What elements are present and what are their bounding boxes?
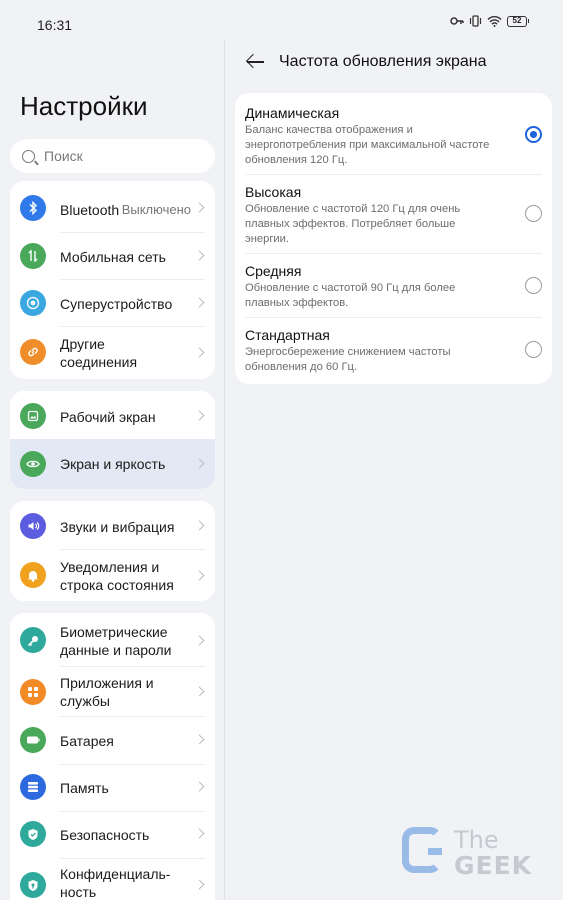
settings-item-label: Рабочий экран	[60, 409, 156, 425]
chevron-right-icon	[194, 347, 205, 358]
link-icon	[20, 339, 46, 365]
settings-item-label: Уведомления и строка состояния	[60, 559, 174, 593]
option-title: Стандартная	[245, 327, 330, 343]
apps-icon	[20, 679, 46, 705]
settings-item-label: Биометрические данные и пароли	[60, 624, 172, 658]
home-screen-icon	[20, 403, 46, 429]
settings-item-privacy[interactable]: Конфиденциаль-ность	[10, 859, 215, 900]
option-title: Средняя	[245, 263, 302, 279]
refresh-rate-options: Динамическая Баланс качества отображения…	[235, 93, 552, 384]
settings-item-label: Экран и яркость	[60, 456, 166, 472]
settings-item-display-brightness[interactable]: Экран и яркость	[10, 439, 215, 489]
settings-list-pane: Настройки Поиск Bluetooth Выключено Моби…	[0, 0, 224, 900]
chevron-right-icon	[194, 458, 205, 469]
option-description: Баланс качества отображения и энергопотр…	[245, 124, 490, 166]
settings-item-label: Конфиденциаль-ность	[60, 866, 171, 900]
settings-item-biometrics[interactable]: Биометрические данные и пароли	[10, 613, 215, 666]
option-standard[interactable]: Стандартная Энергосбережение снижением ч…	[235, 318, 552, 384]
settings-item-bluetooth[interactable]: Bluetooth Выключено	[10, 181, 215, 233]
super-device-icon	[20, 290, 46, 316]
settings-item-storage[interactable]: Память	[10, 765, 215, 811]
chevron-right-icon	[194, 410, 205, 421]
settings-group-display: Рабочий экран Экран и яркость	[10, 391, 215, 489]
chevron-right-icon	[194, 250, 205, 261]
settings-item-notifications[interactable]: Уведомления и строка состояния	[10, 550, 215, 601]
chevron-right-icon	[194, 570, 205, 581]
radio-button[interactable]	[525, 341, 542, 358]
battery-icon	[20, 727, 46, 753]
page-title: Настройки	[20, 91, 148, 121]
search-icon	[22, 149, 35, 163]
search-input[interactable]: Поиск	[10, 139, 215, 173]
chevron-right-icon	[194, 734, 205, 745]
settings-item-home-screen[interactable]: Рабочий экран	[10, 391, 215, 439]
option-description: Энергосбережение снижением частоты обнов…	[245, 346, 451, 373]
option-description: Обновление с частотой 90 Гц для более пл…	[245, 282, 456, 309]
chevron-right-icon	[194, 202, 205, 213]
shield-icon	[20, 821, 46, 847]
logo-g-mark	[402, 827, 442, 873]
refresh-rate-pane: Частота обновления экрана Динамическая Б…	[225, 0, 563, 900]
radio-button-selected[interactable]	[525, 126, 542, 143]
settings-item-value: Выключено	[121, 202, 191, 217]
settings-item-sound[interactable]: Звуки и вибрация	[10, 501, 215, 549]
option-title: Динамическая	[245, 105, 340, 121]
settings-item-battery[interactable]: Батарея	[10, 717, 215, 764]
chevron-right-icon	[194, 520, 205, 531]
settings-group-sound: Звуки и вибрация Уведомления и строка со…	[10, 501, 215, 601]
storage-icon	[20, 774, 46, 800]
chevron-right-icon	[194, 879, 205, 890]
settings-item-label: Звуки и вибрация	[60, 519, 175, 535]
option-description: Обновление с частотой 120 Гц для очень п…	[245, 203, 461, 245]
privacy-icon	[20, 872, 46, 898]
chevron-right-icon	[194, 686, 205, 697]
settings-group-system: Биометрические данные и пароли Приложени…	[10, 613, 215, 900]
option-high[interactable]: Высокая Обновление с частотой 120 Гц для…	[235, 175, 552, 252]
settings-item-label: Батарея	[60, 733, 114, 749]
settings-item-label: Другие соединения	[60, 336, 138, 370]
option-title: Высокая	[245, 184, 302, 200]
option-dynamic[interactable]: Динамическая Баланс качества отображения…	[235, 93, 552, 173]
settings-item-label: Мобильная сеть	[60, 249, 166, 265]
option-medium[interactable]: Средняя Обновление с частотой 90 Гц для …	[235, 254, 552, 317]
settings-item-label: Суперустройство	[60, 296, 173, 312]
settings-item-label: Приложения и службы	[60, 675, 154, 709]
watermark-line1: The	[454, 826, 499, 854]
back-arrow-icon[interactable]	[247, 54, 265, 70]
watermark-logo: The GEEK	[400, 824, 540, 884]
sound-icon	[20, 513, 46, 539]
detail-title: Частота обновления экрана	[279, 53, 487, 70]
settings-item-mobile-network[interactable]: Мобильная сеть	[10, 233, 215, 280]
radio-button[interactable]	[525, 205, 542, 222]
mobile-network-icon	[20, 243, 46, 269]
settings-item-super-device[interactable]: Суперустройство	[10, 280, 215, 327]
settings-item-label: Память	[60, 780, 109, 796]
settings-item-other-connections[interactable]: Другие соединения	[10, 327, 215, 379]
settings-item-label: Bluetooth	[60, 202, 120, 218]
chevron-right-icon	[194, 635, 205, 646]
settings-group-connections: Bluetooth Выключено Мобильная сеть Супер…	[10, 181, 215, 379]
bell-icon	[20, 562, 46, 588]
radio-button[interactable]	[525, 277, 542, 294]
settings-item-security[interactable]: Безопасность	[10, 812, 215, 858]
chevron-right-icon	[194, 297, 205, 308]
detail-header: Частота обновления экрана	[225, 40, 563, 84]
chevron-right-icon	[194, 781, 205, 792]
eye-icon	[20, 451, 46, 477]
bluetooth-icon	[20, 195, 46, 221]
settings-item-label: Безопасность	[60, 827, 150, 843]
search-placeholder: Поиск	[44, 148, 83, 164]
settings-item-apps[interactable]: Приложения и службы	[10, 667, 215, 716]
chevron-right-icon	[194, 828, 205, 839]
watermark-line2: GEEK	[454, 851, 533, 880]
key-icon	[20, 627, 46, 653]
